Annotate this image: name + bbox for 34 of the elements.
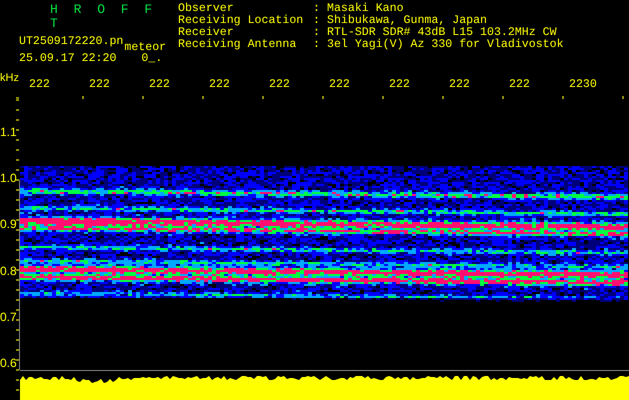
time-label: 222 (449, 78, 470, 91)
info-label: Receiver (178, 27, 234, 39)
status-text: 0_. (141, 52, 162, 65)
frequency-label: 0.9 (0, 217, 17, 232)
info-value: 3el Yagi(V) Az 330 for Vladivostok (327, 39, 564, 51)
program-title: H R O F F T (49, 3, 158, 31)
separator: : (313, 15, 321, 27)
separator: : (313, 39, 321, 51)
time-label: 222 (389, 78, 410, 91)
frequency-label: 0.7 (0, 310, 17, 324)
time-label: 2230 (569, 78, 597, 91)
frequency-label: 0.8 (0, 264, 17, 278)
time-label: 222 (269, 78, 290, 91)
separator: : (313, 27, 321, 39)
time-label: 222 (89, 78, 110, 91)
info-label: Receiving Location (178, 15, 304, 27)
separator: : (313, 3, 321, 15)
frequency-label: 1.0 (0, 171, 17, 186)
info-label: Receiving Antenna (178, 39, 298, 51)
time-label: 222 (209, 78, 230, 91)
time-label: 222 (509, 78, 530, 91)
frequency-label: 1.1 (0, 125, 17, 139)
date-time: 25.09.17 22:20 (19, 52, 116, 65)
info-value: Masaki Kano (327, 3, 404, 15)
time-label: 222 (329, 78, 350, 91)
info-value: RTL-SDR SDR# 43dB L15 103.2MHz CW (327, 27, 557, 39)
time-label: 222 (149, 78, 170, 91)
frequency-unit: kHz (0, 72, 20, 84)
mode-label: meteor (124, 41, 166, 54)
info-label: Observer (178, 3, 234, 15)
frequency-label: 0.6 (0, 356, 17, 370)
time-label: 222 (29, 78, 50, 91)
file-name: UT2509172220.pn (19, 35, 124, 48)
info-value: Shibukawa, Gunma, Japan (327, 15, 488, 27)
